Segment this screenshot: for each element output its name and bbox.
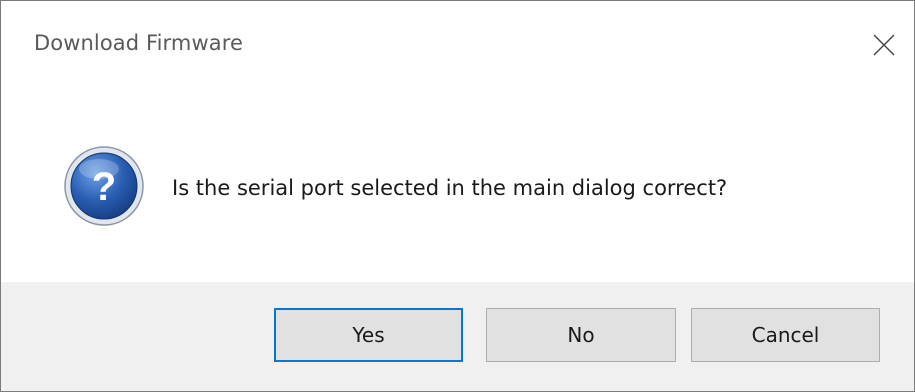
title-bar[interactable]: Download Firmware [1, 1, 914, 93]
question-icon: ? [64, 146, 144, 226]
dialog-content: ? Is the serial port selected in the mai… [1, 93, 914, 282]
yes-button[interactable]: Yes [274, 308, 463, 362]
close-button[interactable] [854, 15, 914, 75]
svg-text:?: ? [92, 165, 116, 209]
dialog-title: Download Firmware [34, 31, 244, 55]
close-icon [873, 34, 895, 56]
dialog-message: Is the serial port selected in the main … [172, 176, 728, 200]
cancel-button[interactable]: Cancel [691, 308, 880, 362]
button-bar: Yes No Cancel [1, 282, 914, 391]
no-button[interactable]: No [486, 308, 676, 362]
message-dialog: Download Firmware ? Is the serial port s… [0, 0, 915, 392]
